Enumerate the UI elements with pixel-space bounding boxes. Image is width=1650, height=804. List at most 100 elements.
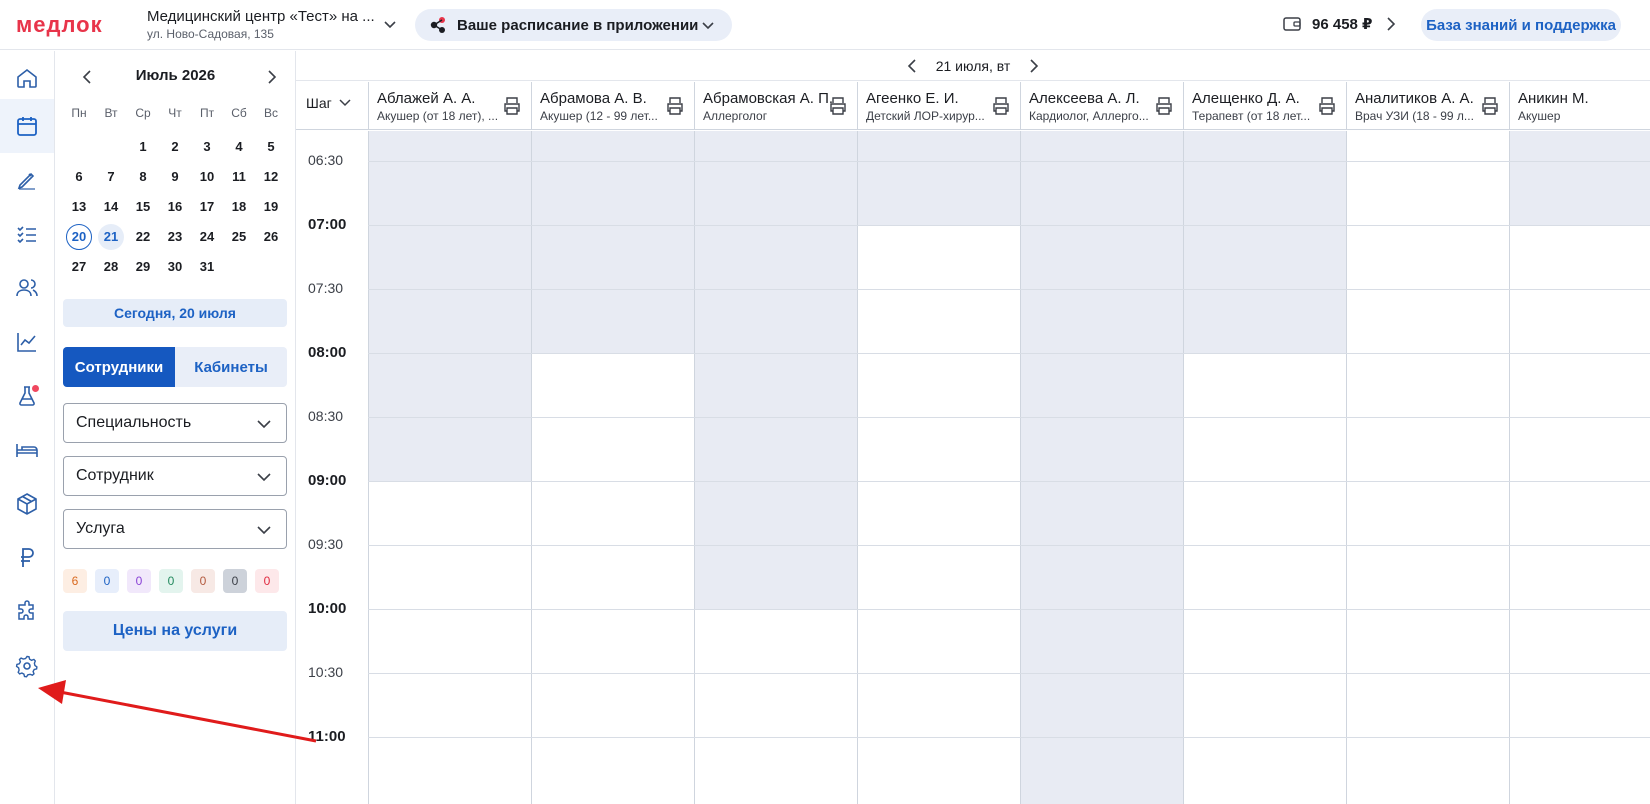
service-select[interactable]: Услуга — [63, 509, 287, 549]
calendar-day[interactable]: 8 — [130, 164, 156, 190]
sidebar-item-tasks[interactable] — [0, 207, 54, 261]
doctor-column-header[interactable]: Абрамовская А. П. Аллерголог — [694, 82, 857, 130]
sidebar-item-calendar[interactable] — [0, 99, 54, 153]
calendar-day[interactable]: 19 — [258, 194, 284, 220]
current-date: 21 июля, вт — [935, 57, 1011, 74]
chevron-down-icon — [257, 473, 271, 482]
calendar-day[interactable]: 18 — [226, 194, 252, 220]
specialty-select[interactable]: Специальность — [63, 403, 287, 443]
column-divider — [1020, 131, 1021, 804]
doctor-column-header[interactable]: Аникин М. Акушер — [1509, 82, 1650, 130]
printer-icon[interactable] — [1154, 96, 1174, 116]
calendar-day[interactable]: 10 — [194, 164, 220, 190]
chevron-right-icon[interactable] — [1028, 58, 1040, 74]
calendar-day[interactable]: 4 — [226, 134, 252, 160]
doctor-column-header[interactable]: Алещенко Д. А. Терапевт (от 18 лет... — [1183, 82, 1346, 130]
time-label: 07:30 — [308, 280, 344, 296]
doctor-column-header[interactable]: Аблажей А. А. Акушер (от 18 лет), ... — [368, 82, 531, 130]
doctor-column-header[interactable]: Алексеева А. Л. Кардиолог, Аллерго... — [1020, 82, 1183, 130]
calendar-day[interactable]: 9 — [162, 164, 188, 190]
calendar-day[interactable]: 2 — [162, 134, 188, 160]
column-divider — [1346, 131, 1347, 804]
calendar-day[interactable]: 6 — [66, 164, 92, 190]
unavailable-slot — [695, 131, 857, 609]
employee-select[interactable]: Сотрудник — [63, 456, 287, 496]
sidebar-item-patients[interactable] — [0, 261, 54, 315]
calendar-day[interactable]: 17 — [194, 194, 220, 220]
gear-icon — [15, 655, 38, 678]
time-gridline — [368, 353, 1650, 354]
status-counter[interactable]: 0 — [223, 569, 247, 593]
sidebar-item-home[interactable] — [0, 51, 54, 105]
sidebar-item-notes[interactable] — [0, 153, 54, 207]
calendar-day[interactable]: 11 — [226, 164, 252, 190]
status-counter[interactable]: 0 — [191, 569, 215, 593]
balance[interactable]: 96 458 ₽ — [1282, 15, 1396, 33]
status-counter[interactable]: 6 — [63, 569, 87, 593]
chevron-right-icon[interactable] — [266, 69, 278, 85]
calendar-day[interactable]: 16 — [162, 194, 188, 220]
sidebar-item-warehouse[interactable] — [0, 477, 54, 531]
doctor-specialty: Терапевт (от 18 лет... — [1192, 109, 1311, 123]
calendar-day[interactable]: 1 — [130, 134, 156, 160]
status-counter[interactable]: 0 — [159, 569, 183, 593]
calendar-day[interactable]: 5 — [258, 134, 284, 160]
calendar-day[interactable]: 31 — [194, 254, 220, 280]
calendar-day[interactable]: 28 — [98, 254, 124, 280]
calendar-day[interactable]: 12 — [258, 164, 284, 190]
sidebar-item-hospital[interactable] — [0, 423, 54, 477]
knowledge-base-button[interactable]: База знаний и поддержка — [1421, 9, 1621, 41]
printer-icon[interactable] — [1317, 96, 1337, 116]
sidebar-item-finance[interactable] — [0, 531, 54, 585]
service-select-label: Услуга — [76, 520, 125, 537]
chevron-left-icon[interactable] — [906, 58, 918, 74]
doctor-specialty: Акушер (от 18 лет), ... — [377, 109, 499, 123]
calendar-day[interactable]: 24 — [194, 224, 220, 250]
users-icon — [16, 279, 38, 297]
bed-icon — [16, 444, 38, 457]
column-divider — [1183, 131, 1184, 804]
app-promo-button[interactable]: Ваше расписание в приложении — [415, 9, 732, 41]
printer-icon[interactable] — [991, 96, 1011, 116]
doctor-column-header[interactable]: Абрамова А. В. Акушер (12 - 99 лет... — [531, 82, 694, 130]
status-counter[interactable]: 0 — [127, 569, 151, 593]
logo[interactable]: медлок — [16, 12, 103, 38]
sidebar-item-analytics[interactable] — [0, 315, 54, 369]
calendar-day[interactable]: 26 — [258, 224, 284, 250]
calendar-day[interactable]: 7 — [98, 164, 124, 190]
tab-employees[interactable]: Сотрудники — [63, 347, 175, 387]
sidebar-item-lab[interactable] — [0, 369, 54, 423]
status-counter[interactable]: 0 — [255, 569, 279, 593]
printer-icon[interactable] — [828, 96, 848, 116]
chevron-right-icon — [1387, 17, 1396, 31]
calendar-day[interactable]: 20 — [66, 224, 92, 250]
calendar-day[interactable]: 13 — [66, 194, 92, 220]
step-selector[interactable]: Шаг — [306, 95, 352, 111]
calendar-day[interactable]: 14 — [98, 194, 124, 220]
today-button[interactable]: Сегодня, 20 июля — [63, 299, 287, 327]
calendar-day[interactable]: 25 — [226, 224, 252, 250]
clinic-selector[interactable]: Медицинский центр «Тест» на ... ул. Ново… — [147, 8, 377, 41]
sidebar-item-settings[interactable] — [0, 639, 54, 693]
printer-icon[interactable] — [502, 96, 522, 116]
calendar-day[interactable]: 23 — [162, 224, 188, 250]
unavailable-slot — [369, 131, 531, 481]
calendar-day[interactable]: 29 — [130, 254, 156, 280]
calendar-day[interactable]: 21 — [98, 224, 124, 250]
clinic-name: Медицинский центр «Тест» на ... — [147, 8, 375, 25]
calendar-day[interactable]: 22 — [130, 224, 156, 250]
chevron-down-icon[interactable] — [382, 16, 398, 32]
column-divider — [368, 131, 369, 804]
tab-rooms[interactable]: Кабинеты — [175, 347, 287, 387]
sidebar-item-integrations[interactable] — [0, 585, 54, 639]
status-counter[interactable]: 0 — [95, 569, 119, 593]
printer-icon[interactable] — [665, 96, 685, 116]
doctor-column-header[interactable]: Аналитиков А. А. Врач УЗИ (18 - 99 л... — [1346, 82, 1509, 130]
printer-icon[interactable] — [1480, 96, 1500, 116]
doctor-column-header[interactable]: Агеенко Е. И. Детский ЛОР-хирур... — [857, 82, 1020, 130]
calendar-day[interactable]: 15 — [130, 194, 156, 220]
calendar-day[interactable]: 27 — [66, 254, 92, 280]
calendar-day[interactable]: 3 — [194, 134, 220, 160]
calendar-day[interactable]: 30 — [162, 254, 188, 280]
prices-button[interactable]: Цены на услуги — [63, 611, 287, 651]
